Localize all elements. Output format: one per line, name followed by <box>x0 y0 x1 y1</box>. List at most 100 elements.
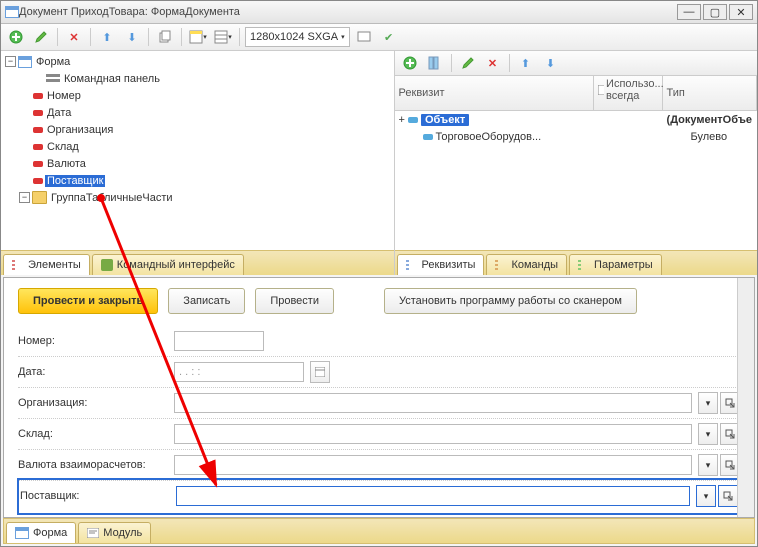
checkbox-icon <box>598 85 605 95</box>
reference-input[interactable] <box>174 393 692 413</box>
reference-input[interactable] <box>176 486 690 506</box>
tab-attributes[interactable]: Реквизиты <box>397 254 485 275</box>
preview-scrollbar[interactable] <box>737 278 754 517</box>
field-icon <box>33 93 43 99</box>
tree-item-label: Номер <box>45 90 83 102</box>
attr-edit-icon[interactable] <box>457 52 479 74</box>
field-label: Организация: <box>18 397 168 409</box>
edit-icon[interactable] <box>30 26 52 48</box>
resolution-label: 1280x1024 SXGA <box>250 31 338 43</box>
post-button[interactable]: Провести <box>255 288 334 314</box>
parameters-icon <box>578 259 590 271</box>
tree-item-label: Дата <box>45 107 73 119</box>
calendar-icon[interactable] <box>310 361 330 383</box>
open-button[interactable] <box>718 485 738 507</box>
attributes-pane: ✕ ⬆ ⬇ Реквизит Использо... всегда Тип + О… <box>395 51 757 275</box>
reference-input[interactable] <box>174 424 692 444</box>
close-button[interactable]: ✕ <box>729 4 753 20</box>
tree-item-label: Организация <box>45 124 115 136</box>
form-field-row: Поставщик: ▾ <box>18 479 740 514</box>
bottom-tabs: Форма Модуль <box>3 518 755 544</box>
reference-input[interactable] <box>174 455 692 475</box>
text-input[interactable] <box>174 331 264 351</box>
tree-item-label: Поставщик <box>45 175 105 187</box>
tab-form[interactable]: Форма <box>6 522 76 543</box>
dropdown-button[interactable]: ▾ <box>698 454 718 476</box>
tree-item[interactable]: Склад <box>1 138 394 155</box>
tree-item[interactable]: Командная панель <box>1 70 394 87</box>
form-icon <box>15 527 29 539</box>
save-button[interactable]: Записать <box>168 288 245 314</box>
tab-parameters[interactable]: Параметры <box>569 254 662 275</box>
field-icon <box>33 178 43 184</box>
attr-delete-icon[interactable]: ✕ <box>482 52 504 74</box>
maximize-button[interactable]: ▢ <box>703 4 727 20</box>
attr-up-icon[interactable]: ⬆ <box>515 52 537 74</box>
tree-item[interactable]: Дата <box>1 104 394 121</box>
field-label: Дата: <box>18 366 168 378</box>
scanner-setup-button[interactable]: Установить программу работы со сканером <box>384 288 637 314</box>
tree-group-label: ГруппаТабличныеЧасти <box>49 192 175 204</box>
table-row[interactable]: ТорговоеОборудов...Булево <box>395 128 757 145</box>
form-doc-icon <box>5 6 19 18</box>
attribute-type: Булево <box>687 128 757 145</box>
grid-header-type[interactable]: Тип <box>663 76 757 110</box>
tree-item[interactable]: Поставщик <box>1 172 394 189</box>
down-arrow-icon[interactable]: ⬇ <box>121 26 143 48</box>
check-icon[interactable]: ✔ <box>378 26 400 48</box>
elements-icon <box>12 259 24 271</box>
form-field-row: Организация: ▾ <box>18 388 740 419</box>
attr-add-icon[interactable] <box>399 52 421 74</box>
tree-item[interactable]: Валюта <box>1 155 394 172</box>
main-toolbar: ✕ ⬆ ⬇ ▾ ▾ 1280x1024 SXGA ▾ ✔ <box>1 24 757 51</box>
structure-tree[interactable]: − Форма Командная панель Номер Дата Организ… <box>1 51 394 250</box>
expand-icon[interactable]: + <box>399 114 405 126</box>
tree-item-label: Валюта <box>45 158 88 170</box>
dropdown-button[interactable]: ▾ <box>696 485 716 507</box>
tree-item[interactable]: Организация <box>1 121 394 138</box>
commands-icon <box>495 259 507 271</box>
grid-header-use[interactable]: Использо... всегда <box>594 76 663 110</box>
up-arrow-icon[interactable]: ⬆ <box>96 26 118 48</box>
tab-commands[interactable]: Команды <box>486 254 567 275</box>
preview-icon[interactable] <box>353 26 375 48</box>
field-icon <box>33 110 43 116</box>
delete-icon[interactable]: ✕ <box>63 26 85 48</box>
layout-icon[interactable]: ▾ <box>187 26 209 48</box>
tree-item[interactable]: Номер <box>1 87 394 104</box>
date-input[interactable]: . . : : <box>174 362 304 382</box>
left-tabs: Элементы Командный интерфейс <box>1 250 394 275</box>
window-title: Документ ПриходТовара: ФормаДокумента <box>19 6 677 18</box>
copy-icon[interactable] <box>154 26 176 48</box>
attributes-toolbar: ✕ ⬆ ⬇ <box>395 51 757 76</box>
field-icon <box>33 161 43 167</box>
structure-pane: − Форма Командная панель Номер Дата Организ… <box>1 51 395 275</box>
attribute-name: Объект <box>421 114 469 126</box>
grid-body[interactable]: +Объект(ДокументОбъеТорговоеОборудов...Б… <box>395 111 757 250</box>
field-label: Номер: <box>18 335 168 347</box>
grid-header-name[interactable]: Реквизит <box>395 76 594 110</box>
attributes-icon <box>406 259 418 271</box>
field-label: Поставщик: <box>20 490 170 502</box>
dropdown-button[interactable]: ▾ <box>698 423 718 445</box>
tree-root-label: Форма <box>34 56 72 68</box>
tree-root[interactable]: − Форма <box>1 53 394 70</box>
grid-icon[interactable]: ▾ <box>212 26 234 48</box>
resolution-selector[interactable]: 1280x1024 SXGA ▾ <box>245 27 350 47</box>
post-and-close-button[interactable]: Провести и закрыть <box>18 288 158 314</box>
tab-module[interactable]: Модуль <box>78 522 151 543</box>
tree-group[interactable]: − ГруппаТабличныеЧасти <box>1 189 394 206</box>
attr-down-icon[interactable]: ⬇ <box>540 52 562 74</box>
tab-command-interface[interactable]: Командный интерфейс <box>92 254 244 275</box>
form-field-row: Номер: <box>18 326 740 357</box>
tree-item-label: Склад <box>45 141 81 153</box>
command-panel-icon <box>46 73 60 85</box>
attr-columns-icon[interactable] <box>424 52 446 74</box>
add-icon[interactable] <box>5 26 27 48</box>
table-row[interactable]: +Объект(ДокументОбъе <box>395 111 757 128</box>
collapse-icon[interactable]: − <box>5 56 16 67</box>
tab-elements[interactable]: Элементы <box>3 254 90 275</box>
dropdown-button[interactable]: ▾ <box>698 392 718 414</box>
expand-icon[interactable]: − <box>19 192 30 203</box>
minimize-button[interactable]: — <box>677 4 701 20</box>
